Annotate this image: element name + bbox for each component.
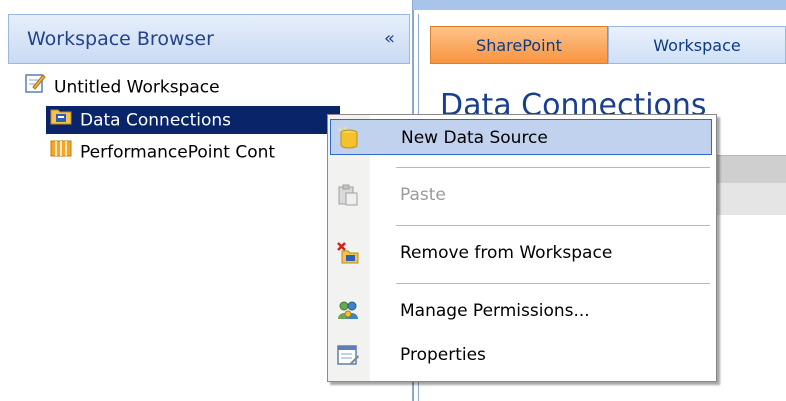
menu-item-label: Remove from Workspace <box>400 243 613 263</box>
tab-workspace[interactable]: Workspace <box>608 26 786 64</box>
remove-icon <box>336 241 360 265</box>
tree-item-workspace[interactable]: Untitled Workspace <box>24 72 220 100</box>
menu-item-label: Properties <box>400 345 486 365</box>
performancepoint-content-icon <box>50 138 72 167</box>
paste-icon <box>336 183 360 207</box>
tree-item-data-connections[interactable]: Data Connections <box>46 106 340 134</box>
tree-item-label: PerformancePoint Cont <box>80 142 276 163</box>
data-connections-icon <box>50 106 72 135</box>
menu-item-properties[interactable]: Properties <box>330 337 712 373</box>
menu-item-manage-permissions[interactable]: Manage Permissions... <box>330 293 712 329</box>
tree-item-label: Data Connections <box>80 110 232 131</box>
properties-icon <box>336 343 360 367</box>
menu-item-paste[interactable]: Paste <box>330 177 712 213</box>
workspace-browser-header: Workspace Browser « <box>8 14 410 64</box>
menu-separator <box>396 225 710 226</box>
menu-item-label: Paste <box>400 185 446 205</box>
tree-item-label: Untitled Workspace <box>54 77 220 98</box>
database-new-icon <box>337 126 361 150</box>
menu-item-label: New Data Source <box>401 128 548 148</box>
collapse-pane-button[interactable]: « <box>384 28 395 49</box>
context-menu: New Data Source Paste Remove from Worksp… <box>327 114 717 382</box>
menu-separator <box>396 167 710 168</box>
menu-item-label: Manage Permissions... <box>400 301 590 321</box>
tree-item-performancepoint-content[interactable]: PerformancePoint Cont <box>50 138 275 166</box>
menu-item-new-data-source[interactable]: New Data Source <box>330 119 712 155</box>
menu-item-remove-from-workspace[interactable]: Remove from Workspace <box>330 235 712 271</box>
permissions-icon <box>336 299 360 323</box>
workspace-icon <box>24 72 46 103</box>
tab-sharepoint[interactable]: SharePoint <box>430 26 608 64</box>
workspace-browser-title: Workspace Browser <box>27 28 214 50</box>
menu-separator <box>396 283 710 284</box>
